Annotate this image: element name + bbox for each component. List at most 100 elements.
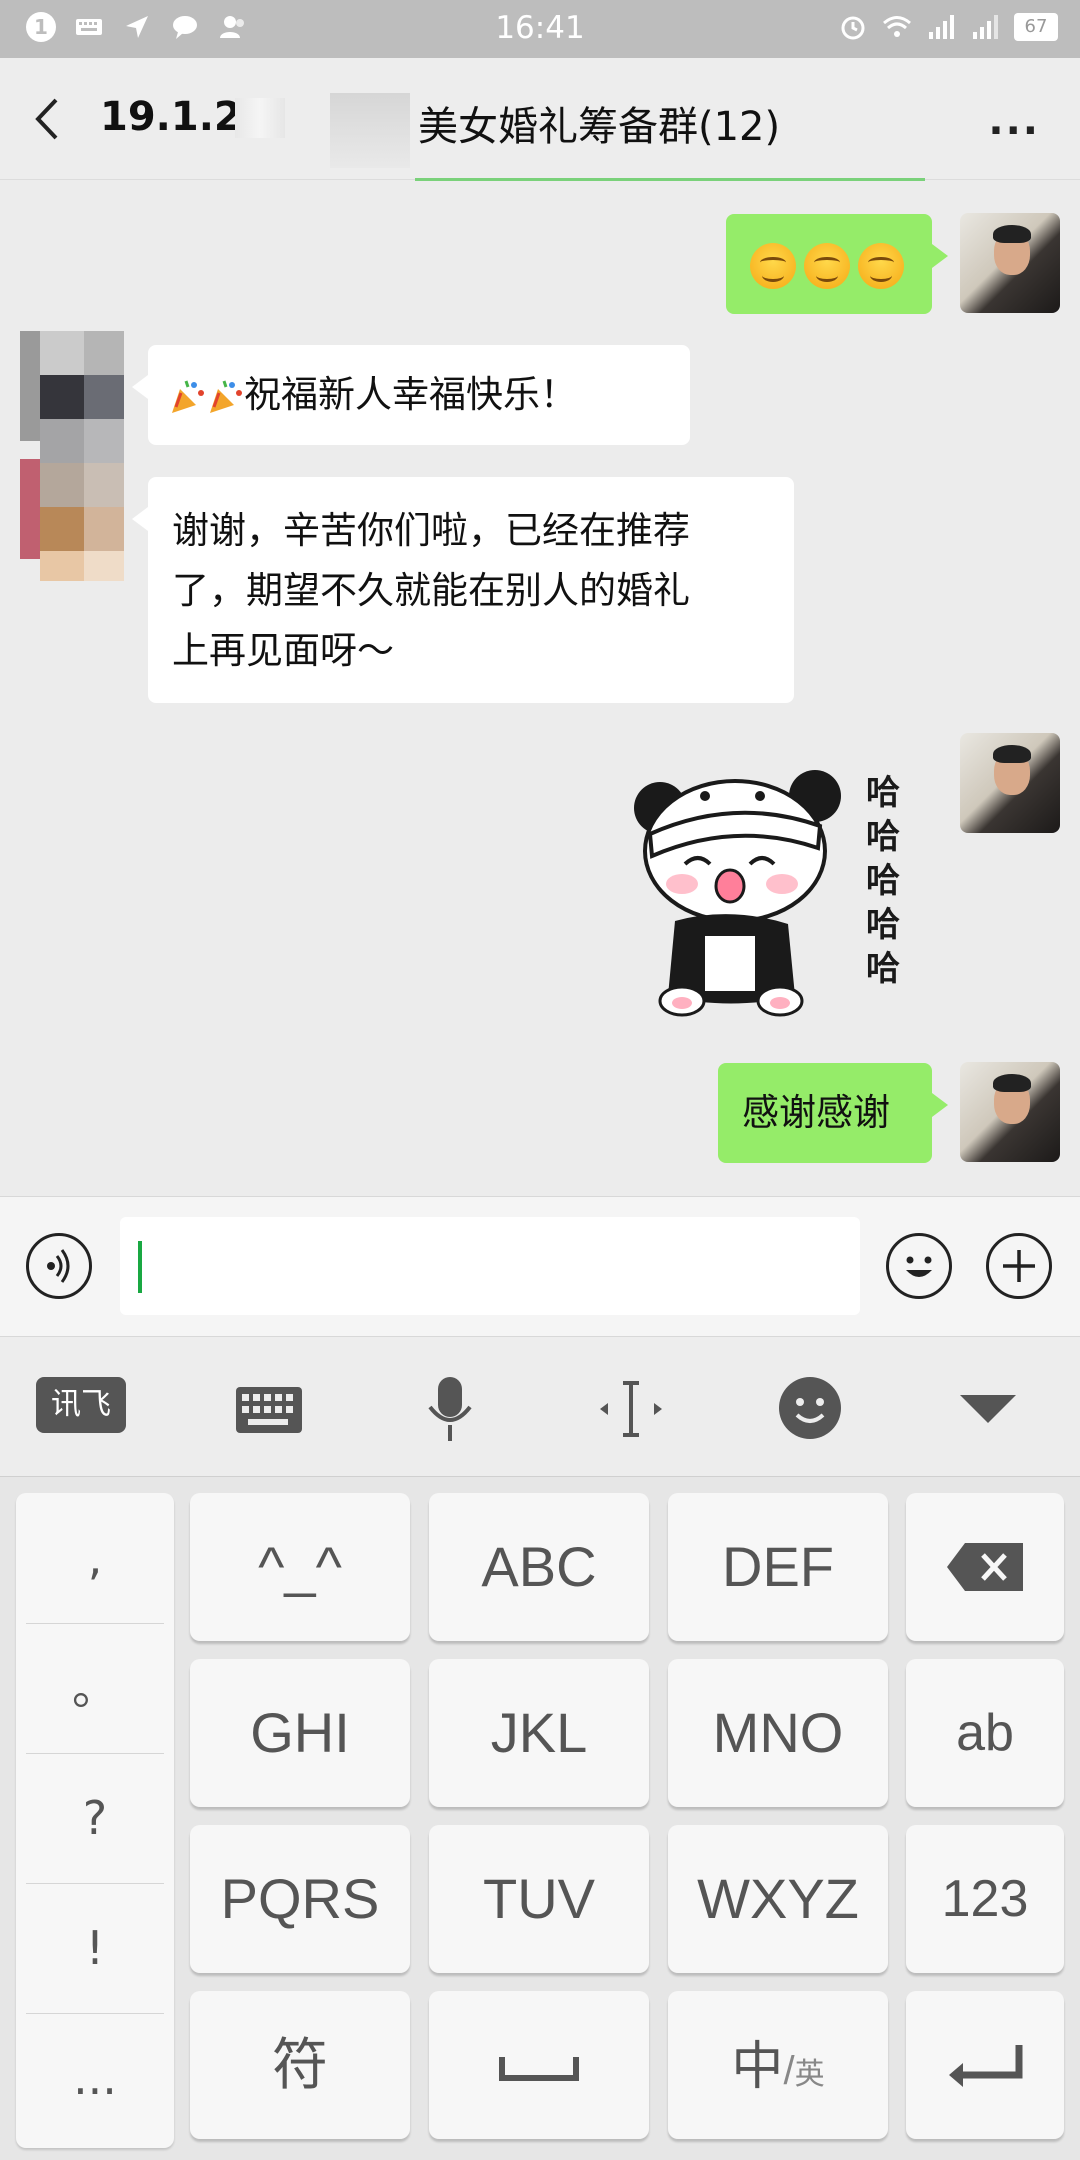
- more-options-button[interactable]: ···: [988, 108, 1040, 154]
- plus-icon: [1003, 1250, 1035, 1282]
- t9-keyboard: , 。 ? ! ... ^_^ ABC DEF GHI JKL MNO ab P…: [0, 1476, 1080, 2160]
- blur-block: [84, 375, 124, 419]
- wifi-icon: [883, 16, 911, 37]
- punct-key[interactable]: ...: [26, 2013, 164, 2143]
- punct-key[interactable]: ,: [26, 1493, 164, 1623]
- avatar-hair-shape: [993, 745, 1031, 763]
- smiley-icon: [906, 1256, 932, 1277]
- key-def[interactable]: DEF: [668, 1493, 888, 1641]
- text-caret: [138, 1241, 142, 1293]
- message-text-line: 了，期望不久就能在别人的婚礼: [172, 569, 690, 612]
- voice-icon: [47, 1249, 70, 1283]
- laugh-char: 哈: [866, 905, 900, 945]
- message-bubble-mine[interactable]: 感谢感谢: [718, 1063, 948, 1163]
- blur-block: [84, 331, 124, 375]
- avatar-hair-shape: [993, 1074, 1031, 1092]
- signal-icon-1: [929, 15, 954, 39]
- message-bubble-other[interactable]: 祝福新人幸福快乐！: [132, 345, 690, 445]
- blur-block: [40, 507, 84, 551]
- message-input-bar: [0, 1196, 1080, 1336]
- punctuation-column[interactable]: , 。 ? ! ...: [16, 1493, 174, 2148]
- key-numbers-toggle[interactable]: 123: [906, 1825, 1064, 1973]
- blur-block: [40, 375, 84, 419]
- cursor-move-icon[interactable]: [596, 1379, 666, 1439]
- laugh-char: 哈: [866, 817, 900, 857]
- blur-block: [84, 463, 124, 507]
- backspace-icon: [947, 1543, 1023, 1591]
- blur-block: [20, 459, 40, 559]
- other-avatar-blurred[interactable]: [20, 331, 124, 581]
- xunfei-brand-button[interactable]: 讯飞: [36, 1377, 126, 1433]
- back-button[interactable]: [28, 94, 68, 144]
- blur-block: [40, 331, 84, 375]
- enter-key[interactable]: [906, 1991, 1064, 2139]
- punct-key[interactable]: 。: [26, 1623, 164, 1753]
- key-tuv[interactable]: TUV: [429, 1825, 649, 1973]
- keyboard-layout-icon[interactable]: [234, 1385, 304, 1435]
- key-pqrs[interactable]: PQRS: [190, 1825, 410, 1973]
- blur-block: [40, 551, 84, 581]
- status-bar: 1 16:41 67: [0, 0, 1080, 58]
- lang-sub-label: 英: [794, 2058, 825, 2091]
- space-key[interactable]: [429, 1991, 649, 2139]
- battery-indicator: 67: [1014, 13, 1058, 41]
- laugh-char: 哈: [866, 861, 900, 901]
- punct-key[interactable]: !: [26, 1883, 164, 2013]
- smiling-face-emoji: [804, 242, 850, 289]
- party-popper-icon: [210, 380, 242, 413]
- my-avatar[interactable]: [960, 733, 1060, 833]
- my-avatar[interactable]: [960, 1062, 1060, 1162]
- status-right-icons: 67: [838, 12, 1058, 42]
- key-ab-toggle[interactable]: ab: [906, 1659, 1064, 1807]
- key-ghi[interactable]: GHI: [190, 1659, 410, 1807]
- key-lang-toggle[interactable]: 中/英: [668, 1991, 888, 2139]
- space-icon: [499, 2057, 579, 2081]
- blur-block: [84, 551, 124, 581]
- emoji-button[interactable]: [886, 1233, 952, 1299]
- key-symbols[interactable]: 符: [190, 1991, 410, 2139]
- signal-icon-2: [973, 15, 998, 39]
- message-text: 感谢感谢: [742, 1091, 890, 1134]
- message-text: 祝福新人幸福快乐！: [244, 373, 577, 416]
- message-text-line: 上再见面呀～: [172, 629, 394, 672]
- message-text-line: 谢谢，辛苦你们啦，已经在推荐: [172, 509, 690, 552]
- blur-block: [20, 331, 40, 441]
- more-functions-button[interactable]: [986, 1233, 1052, 1299]
- key-emoticon[interactable]: ^_^: [190, 1493, 410, 1641]
- chevron-left-icon: [35, 98, 58, 140]
- chat-title: 美女婚礼筹备群(12): [418, 104, 781, 150]
- message-bubble-mine[interactable]: [726, 214, 948, 314]
- laugh-char: 哈: [866, 773, 900, 813]
- party-popper-icon: [172, 380, 204, 413]
- punct-key[interactable]: ?: [26, 1753, 164, 1883]
- key-jkl[interactable]: JKL: [429, 1659, 649, 1807]
- avatar-hair-shape: [993, 225, 1031, 243]
- key-wxyz[interactable]: WXYZ: [668, 1825, 888, 1973]
- chat-header: 19.1.21 美女婚礼筹备群(12) ···: [0, 58, 1080, 181]
- redacted-area: [235, 98, 285, 138]
- blur-block: [40, 463, 84, 507]
- smiling-face-emoji: [750, 242, 796, 289]
- backspace-key[interactable]: [906, 1493, 1064, 1641]
- message-text-input[interactable]: [120, 1217, 860, 1315]
- key-abc[interactable]: ABC: [429, 1493, 649, 1641]
- my-avatar[interactable]: [960, 213, 1060, 313]
- key-mno[interactable]: MNO: [668, 1659, 888, 1807]
- lang-separator: /: [783, 2049, 795, 2093]
- lang-main-label: 中: [731, 2038, 784, 2096]
- sticker-laugh-text: 哈 哈 哈 哈 哈: [858, 771, 908, 991]
- redacted-avatar-area: [330, 93, 410, 168]
- message-list[interactable]: 祝福新人幸福快乐！ 谢谢，辛苦你们啦，已经在推荐 了，期望不久就能在别人的婚礼 …: [0, 181, 1080, 1196]
- smiling-face-emoji: [858, 242, 904, 289]
- microphone-icon[interactable]: [425, 1375, 475, 1445]
- keyboard-toolbar: 讯飞: [0, 1336, 1080, 1476]
- blur-block: [40, 419, 84, 463]
- laugh-char: 哈: [866, 949, 900, 989]
- message-bubble-other[interactable]: 谢谢，辛苦你们啦，已经在推荐 了，期望不久就能在别人的婚礼 上再见面呀～: [132, 477, 794, 703]
- hide-keyboard-icon[interactable]: [958, 1389, 1018, 1429]
- enter-icon: [949, 2045, 1023, 2087]
- alarm-icon: [841, 16, 865, 40]
- blur-block: [84, 507, 124, 551]
- emoji-keyboard-icon[interactable]: [777, 1375, 843, 1441]
- voice-input-button[interactable]: [26, 1233, 92, 1299]
